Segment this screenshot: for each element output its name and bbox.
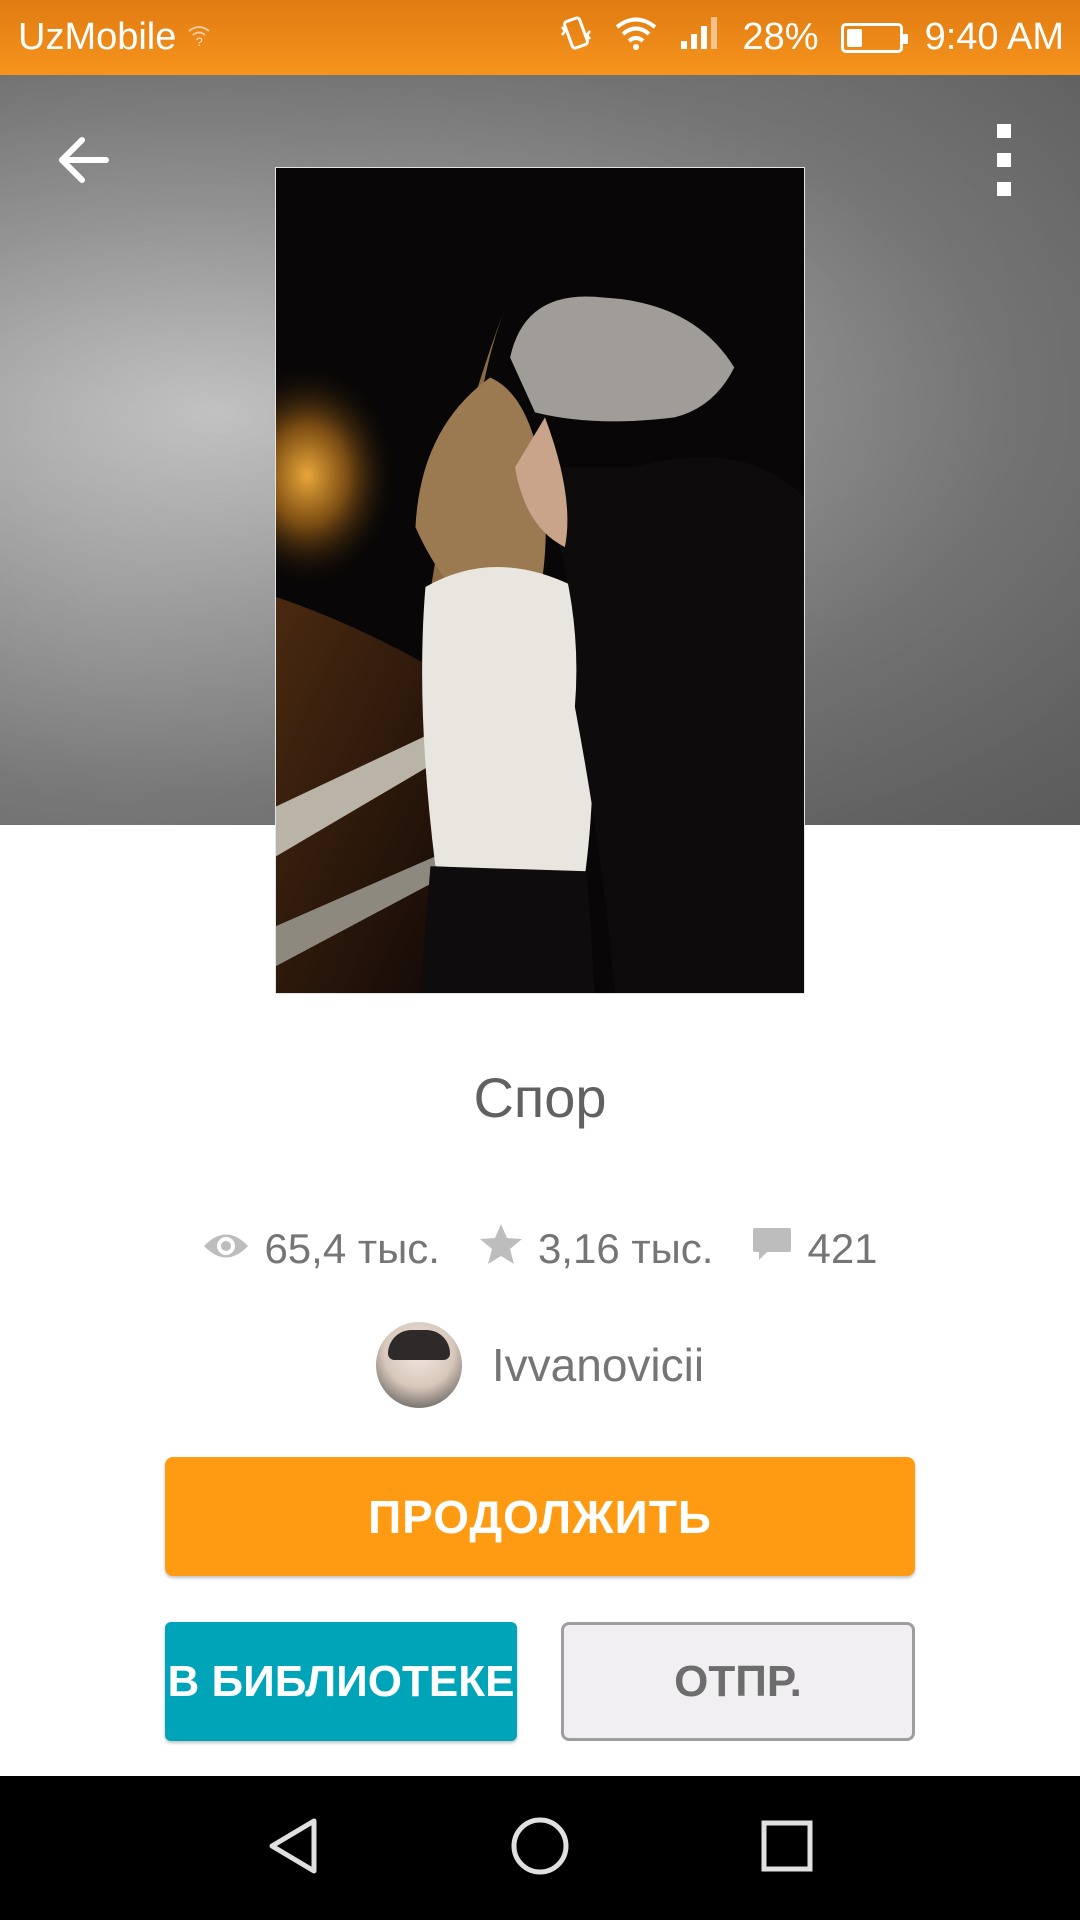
back-triangle-icon (266, 1817, 320, 1880)
back-button[interactable] (52, 130, 116, 194)
network-question-icon: ? (186, 22, 212, 54)
author-name[interactable]: Ivvanovicii (492, 1338, 704, 1392)
reads-stat: 65,4 тыс. (202, 1225, 440, 1273)
comments-count: 421 (807, 1225, 878, 1272)
nav-home-button[interactable] (495, 1803, 585, 1893)
system-navigation-bar (0, 1776, 1080, 1920)
more-options-button[interactable] (980, 120, 1028, 200)
battery-icon (840, 22, 908, 53)
carrier-name: UzMobile (18, 16, 177, 58)
votes-stat: 3,16 тыс. (478, 1222, 714, 1276)
clock: 9:40 AM (924, 16, 1064, 58)
wifi-icon (615, 16, 657, 60)
signal-icon (679, 15, 721, 61)
more-vert-icon (997, 124, 1011, 138)
author-avatar[interactable] (375, 1322, 462, 1408)
story-cover-image[interactable] (275, 167, 805, 994)
continue-reading-button[interactable]: ПРОДОЛЖИТЬ (165, 1457, 915, 1576)
votes-count: 3,16 тыс. (537, 1225, 714, 1272)
eye-icon (202, 1225, 250, 1273)
nav-back-button[interactable] (248, 1803, 338, 1893)
star-icon (478, 1222, 524, 1276)
home-circle-icon (510, 1816, 570, 1881)
nav-recents-button[interactable] (742, 1803, 832, 1893)
status-indicators: 28% 9:40 AM (559, 13, 1064, 63)
reads-count: 65,4 тыс. (264, 1225, 440, 1272)
author-row[interactable]: Ivvanovicii (0, 1322, 1080, 1408)
comment-icon (751, 1224, 793, 1274)
arrow-left-icon (58, 136, 110, 189)
recents-square-icon (760, 1819, 814, 1878)
cover-photo-illustration (276, 168, 804, 993)
send-button[interactable]: ОТПР. (561, 1622, 915, 1741)
vibrate-icon (559, 13, 593, 63)
story-details-screen: UzMobile ? 28% 9:40 AM Спор 65,4 тыс. 3,… (0, 0, 1080, 1920)
battery-percent: 28% (742, 16, 819, 58)
story-stats: 65,4 тыс. 3,16 тыс. 421 (0, 1222, 1080, 1276)
in-library-button[interactable]: В БИБЛИОТЕКЕ (165, 1622, 517, 1741)
svg-text:?: ? (196, 35, 203, 48)
comments-stat: 421 (751, 1224, 878, 1274)
battery-level-fill (846, 28, 863, 47)
status-bar: UzMobile ? 28% 9:40 AM (0, 0, 1080, 75)
story-title: Спор (473, 1066, 607, 1129)
